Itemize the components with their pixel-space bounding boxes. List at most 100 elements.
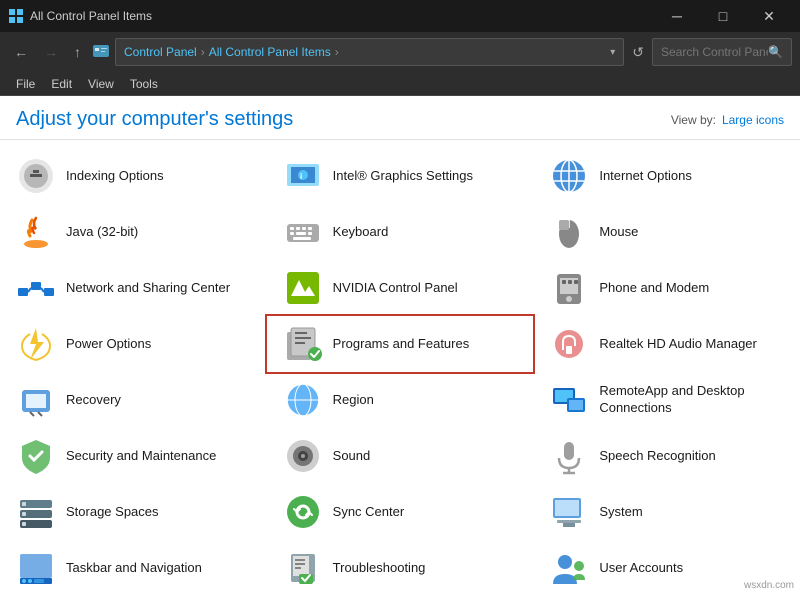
item-java[interactable]: Java (32-bit) — [0, 204, 267, 260]
item-label-internet-options: Internet Options — [599, 168, 692, 185]
item-keyboard[interactable]: Keyboard — [267, 204, 534, 260]
power-options-icon — [16, 324, 56, 364]
item-intel-graphics[interactable]: i Intel® Graphics Settings — [267, 148, 534, 204]
item-storage-spaces[interactable]: Storage Spaces — [0, 484, 267, 540]
breadcrumb-all-items[interactable]: All Control Panel Items — [209, 45, 331, 59]
items-grid: Indexing Options i Intel® Graphics Setti… — [0, 140, 800, 595]
item-internet-options[interactable]: Internet Options — [533, 148, 800, 204]
item-network-sharing[interactable]: Network and Sharing Center — [0, 260, 267, 316]
menu-edit[interactable]: Edit — [43, 75, 80, 93]
programs-features-icon — [283, 324, 323, 364]
back-button[interactable]: ← — [8, 40, 34, 64]
item-security-maintenance[interactable]: Security and Maintenance — [0, 428, 267, 484]
maximize-button[interactable]: □ — [700, 0, 746, 32]
java-icon — [16, 212, 56, 252]
item-label-intel-graphics: Intel® Graphics Settings — [333, 168, 473, 185]
breadcrumb-dropdown[interactable]: ▾ — [610, 47, 615, 58]
item-label-region: Region — [333, 392, 374, 409]
title-bar: All Control Panel Items ─ □ ✕ — [0, 0, 800, 32]
breadcrumb-control-panel[interactable]: Control Panel — [124, 45, 197, 59]
item-label-keyboard: Keyboard — [333, 224, 389, 241]
item-sync-center[interactable]: Sync Center — [267, 484, 534, 540]
realtek-icon — [549, 324, 589, 364]
item-label-storage-spaces: Storage Spaces — [66, 504, 159, 521]
page-title: Adjust your computer's settings — [16, 108, 293, 131]
item-taskbar[interactable]: Taskbar and Navigation — [0, 540, 267, 595]
item-nvidia[interactable]: NVIDIA Control Panel — [267, 260, 534, 316]
item-label-network-sharing: Network and Sharing Center — [66, 280, 230, 297]
region-icon — [283, 380, 323, 420]
phone-modem-icon — [549, 268, 589, 308]
intel-graphics-icon: i — [283, 156, 323, 196]
user-accounts-icon — [549, 548, 589, 588]
item-label-java: Java (32-bit) — [66, 224, 138, 241]
item-label-sound: Sound — [333, 448, 371, 465]
search-input[interactable] — [661, 45, 768, 59]
sync-center-icon — [283, 492, 323, 532]
item-label-troubleshooting: Troubleshooting — [333, 560, 426, 577]
window-icon — [8, 8, 24, 24]
item-label-recovery: Recovery — [66, 392, 121, 409]
remoteapp-icon — [549, 380, 589, 420]
taskbar-icon — [16, 548, 56, 588]
search-box: 🔍 — [652, 38, 792, 66]
item-label-nvidia: NVIDIA Control Panel — [333, 280, 458, 297]
item-indexing-options[interactable]: Indexing Options — [0, 148, 267, 204]
nvidia-icon — [283, 268, 323, 308]
item-recovery[interactable]: Recovery — [0, 372, 267, 428]
item-label-security-maintenance: Security and Maintenance — [66, 448, 216, 465]
item-region[interactable]: Region — [267, 372, 534, 428]
internet-options-icon — [549, 156, 589, 196]
search-icon: 🔍 — [768, 45, 783, 59]
item-phone-modem[interactable]: Phone and Modem — [533, 260, 800, 316]
location-icon — [91, 42, 111, 62]
item-system[interactable]: System — [533, 484, 800, 540]
item-sound[interactable]: Sound — [267, 428, 534, 484]
item-mouse[interactable]: Mouse — [533, 204, 800, 260]
content-area: Adjust your computer's settings View by:… — [0, 96, 800, 595]
system-icon — [549, 492, 589, 532]
item-realtek[interactable]: Realtek HD Audio Manager — [533, 316, 800, 372]
address-bar: ← → ↑ Control Panel › All Control Panel … — [0, 32, 800, 72]
item-label-power-options: Power Options — [66, 336, 151, 353]
item-label-mouse: Mouse — [599, 224, 638, 241]
item-label-remoteapp: RemoteApp and Desktop Connections — [599, 383, 784, 417]
speech-recognition-icon — [549, 436, 589, 476]
item-speech-recognition[interactable]: Speech Recognition — [533, 428, 800, 484]
item-programs-features[interactable]: Programs and Features — [265, 314, 536, 374]
refresh-button[interactable]: ↺ — [628, 40, 648, 65]
menu-bar: File Edit View Tools — [0, 72, 800, 96]
view-by-label: View by: — [671, 113, 716, 127]
indexing-options-icon — [16, 156, 56, 196]
sound-icon — [283, 436, 323, 476]
menu-file[interactable]: File — [8, 75, 43, 93]
item-troubleshooting[interactable]: Troubleshooting — [267, 540, 534, 595]
recovery-icon — [16, 380, 56, 420]
item-label-indexing-options: Indexing Options — [66, 168, 164, 185]
menu-view[interactable]: View — [80, 75, 122, 93]
minimize-button[interactable]: ─ — [654, 0, 700, 32]
view-by-value[interactable]: Large icons — [722, 113, 784, 127]
item-power-options[interactable]: Power Options — [0, 316, 267, 372]
troubleshooting-icon — [283, 548, 323, 588]
network-sharing-icon — [16, 268, 56, 308]
item-remoteapp[interactable]: RemoteApp and Desktop Connections — [533, 372, 800, 428]
security-maintenance-icon — [16, 436, 56, 476]
window-controls: ─ □ ✕ — [654, 0, 792, 32]
keyboard-icon — [283, 212, 323, 252]
forward-button[interactable]: → — [38, 40, 64, 64]
item-label-speech-recognition: Speech Recognition — [599, 448, 715, 465]
item-label-realtek: Realtek HD Audio Manager — [599, 336, 757, 353]
item-label-programs-features: Programs and Features — [333, 336, 470, 353]
content-header: Adjust your computer's settings View by:… — [0, 96, 800, 140]
up-button[interactable]: ↑ — [68, 40, 87, 64]
mouse-icon — [549, 212, 589, 252]
item-label-user-accounts: User Accounts — [599, 560, 683, 577]
item-label-phone-modem: Phone and Modem — [599, 280, 709, 297]
item-label-taskbar: Taskbar and Navigation — [66, 560, 202, 577]
menu-tools[interactable]: Tools — [122, 75, 166, 93]
svg-text:i: i — [300, 172, 302, 181]
item-label-system: System — [599, 504, 642, 521]
storage-spaces-icon — [16, 492, 56, 532]
close-button[interactable]: ✕ — [746, 0, 792, 32]
